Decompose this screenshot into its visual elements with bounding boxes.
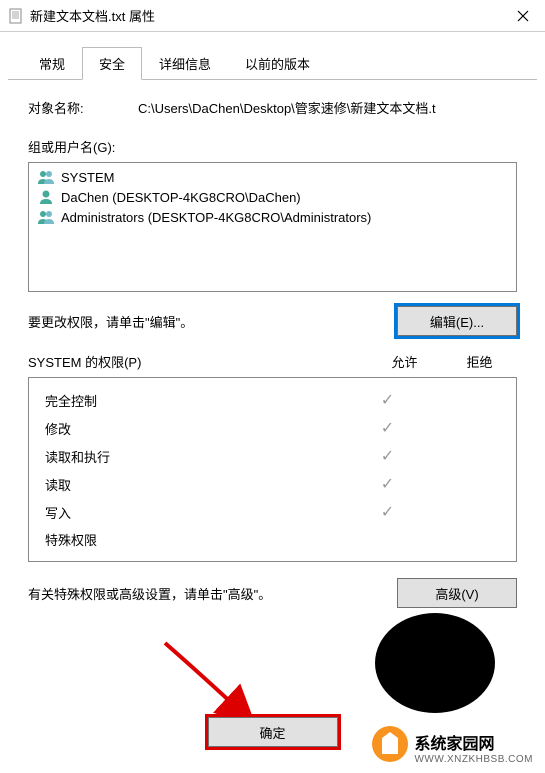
group-icon	[37, 169, 55, 185]
tab-general[interactable]: 常规	[22, 47, 82, 80]
permissions-title: SYSTEM 的权限(P)	[28, 352, 367, 371]
allow-check-icon: ✓	[350, 474, 425, 494]
permission-name: 写入	[45, 503, 350, 522]
watermark-logo-icon	[370, 724, 410, 764]
edit-button[interactable]: 编辑(E)...	[397, 306, 517, 336]
user-icon	[37, 189, 55, 205]
decorative-blob	[375, 613, 495, 713]
edit-hint: 要更改权限，请单击"编辑"。	[28, 312, 397, 331]
allow-check-icon: ✓	[350, 390, 425, 410]
permission-name: 特殊权限	[45, 530, 350, 549]
permission-row: 特殊权限	[37, 526, 508, 553]
allow-check-icon: ✓	[350, 502, 425, 522]
list-item[interactable]: SYSTEM	[35, 167, 510, 187]
groups-label: 组或用户名(G):	[28, 137, 517, 156]
list-item-label: SYSTEM	[61, 170, 114, 185]
document-icon	[8, 8, 24, 24]
ok-button[interactable]: 确定	[208, 717, 338, 747]
tab-strip: 常规 安全 详细信息 以前的版本	[8, 32, 537, 80]
permission-name: 完全控制	[45, 391, 350, 410]
object-name-value: C:\Users\DaChen\Desktop\管家速修\新建文本文档.t	[138, 98, 517, 117]
tab-security[interactable]: 安全	[82, 47, 142, 80]
content-pane: 对象名称: C:\Users\DaChen\Desktop\管家速修\新建文本文…	[0, 80, 545, 618]
list-item-label: Administrators (DESKTOP-4KG8CRO\Administ…	[61, 210, 371, 225]
watermark-text-cn: 系统家园网	[414, 730, 533, 754]
permissions-box: 完全控制✓修改✓读取和执行✓读取✓写入✓特殊权限	[28, 377, 517, 562]
watermark-text-en: WWW.XNZKHBSB.COM	[414, 754, 533, 765]
tab-details[interactable]: 详细信息	[142, 47, 228, 80]
permission-row: 写入✓	[37, 498, 508, 526]
window-title: 新建文本文档.txt 属性	[30, 6, 503, 25]
allow-check-icon: ✓	[350, 418, 425, 438]
advanced-hint: 有关特殊权限或高级设置，请单击"高级"。	[28, 584, 397, 603]
object-name-label: 对象名称:	[28, 98, 138, 117]
watermark: 系统家园网 WWW.XNZKHBSB.COM	[374, 722, 545, 773]
users-listbox[interactable]: SYSTEM DaChen (DESKTOP-4KG8CRO\DaChen) Adm…	[28, 162, 517, 292]
tab-previous[interactable]: 以前的版本	[228, 47, 327, 80]
permission-row: 读取✓	[37, 470, 508, 498]
advanced-button[interactable]: 高级(V)	[397, 578, 517, 608]
close-icon	[517, 10, 529, 22]
permission-row: 读取和执行✓	[37, 442, 508, 470]
list-item[interactable]: DaChen (DESKTOP-4KG8CRO\DaChen)	[35, 187, 510, 207]
list-item[interactable]: Administrators (DESKTOP-4KG8CRO\Administ…	[35, 207, 510, 227]
allow-check-icon: ✓	[350, 446, 425, 466]
permission-row: 修改✓	[37, 414, 508, 442]
titlebar: 新建文本文档.txt 属性	[0, 0, 545, 32]
group-icon	[37, 209, 55, 225]
deny-header: 拒绝	[442, 352, 517, 371]
permission-name: 读取	[45, 475, 350, 494]
list-item-label: DaChen (DESKTOP-4KG8CRO\DaChen)	[61, 190, 301, 205]
close-button[interactable]	[503, 1, 543, 31]
allow-header: 允许	[367, 352, 442, 371]
permission-name: 修改	[45, 419, 350, 438]
permission-name: 读取和执行	[45, 447, 350, 466]
permission-row: 完全控制✓	[37, 386, 508, 414]
